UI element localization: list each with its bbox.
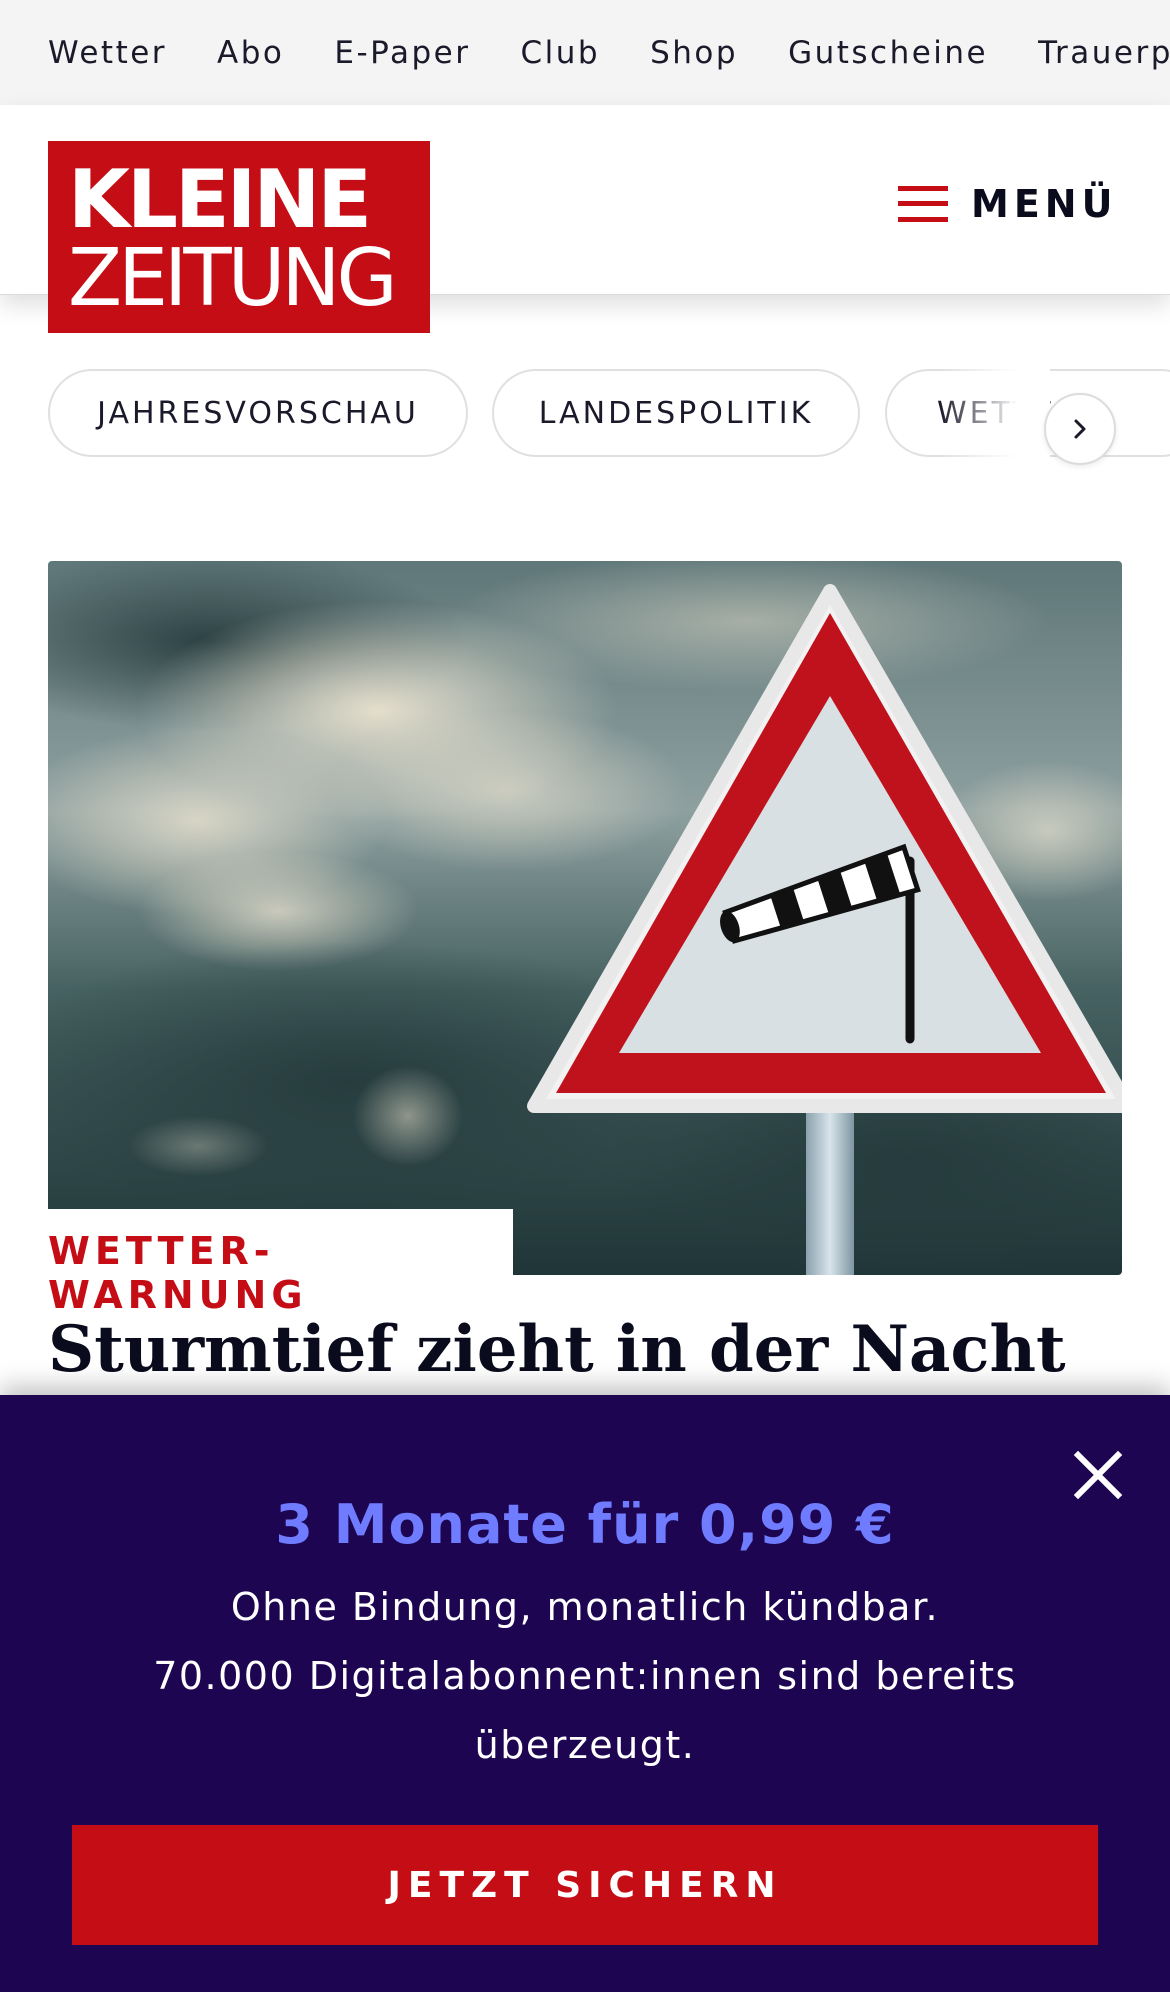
pills-fade-overlay xyxy=(940,368,1050,464)
promo-line-1: Ohne Bindung, monatlich kündbar. xyxy=(230,1585,940,1629)
article-hero-image[interactable] xyxy=(48,561,1122,1275)
menu-label: MENÜ xyxy=(971,182,1118,226)
topic-pill-jahresvorschau[interactable]: JAHRESVORSCHAU xyxy=(48,369,468,457)
topic-pill-landespolitik[interactable]: LANDESPOLITIK xyxy=(492,369,860,457)
topnav-link-trauerportal[interactable]: Trauerportal xyxy=(1038,35,1170,71)
logo-line-2: ZEITUNG xyxy=(68,232,398,324)
topnav-link-shop[interactable]: Shop xyxy=(650,35,738,71)
article-headline[interactable]: Sturmtief zieht in der Nacht xyxy=(48,1305,1128,1395)
jetzt-sichern-button[interactable]: JETZT SICHERN xyxy=(72,1825,1098,1945)
topnav-link-wetter[interactable]: Wetter xyxy=(48,35,167,71)
topnav-link-club[interactable]: Club xyxy=(520,35,600,71)
topic-pills-row: JAHRESVORSCHAU LANDESPOLITIK WETTER xyxy=(0,368,1170,464)
article-kicker: WETTER-WARNUNG xyxy=(48,1209,513,1317)
pills-next-button[interactable] xyxy=(1044,393,1116,465)
hamburger-icon xyxy=(898,186,948,222)
top-utility-nav: Wetter Abo E-Paper Club Shop Gutscheine … xyxy=(0,0,1170,105)
storm-warning-sign-image xyxy=(48,561,1122,1275)
promo-headline: 3 Monate für 0,99 € xyxy=(275,1493,895,1556)
topnav-link-epaper[interactable]: E-Paper xyxy=(334,35,470,71)
promo-text: Ohne Bindung, monatlich kündbar. 70.000 … xyxy=(150,1573,1020,1780)
topnav-link-gutscheine[interactable]: Gutscheine xyxy=(788,35,988,71)
menu-button[interactable]: MENÜ xyxy=(898,169,1117,239)
topnav-link-abo[interactable]: Abo xyxy=(217,35,284,71)
promo-line-2: 70.000 Digitalabonnent:innen sind bereit… xyxy=(153,1654,1017,1767)
top-utility-nav-list: Wetter Abo E-Paper Club Shop Gutscheine … xyxy=(0,0,1170,105)
subscription-promo-overlay: 3 Monate für 0,99 € Ohne Bindung, monatl… xyxy=(0,1395,1170,1992)
kleine-zeitung-logo[interactable]: KLEINE ZEITUNG xyxy=(48,141,430,333)
chevron-right-icon xyxy=(1074,419,1086,439)
